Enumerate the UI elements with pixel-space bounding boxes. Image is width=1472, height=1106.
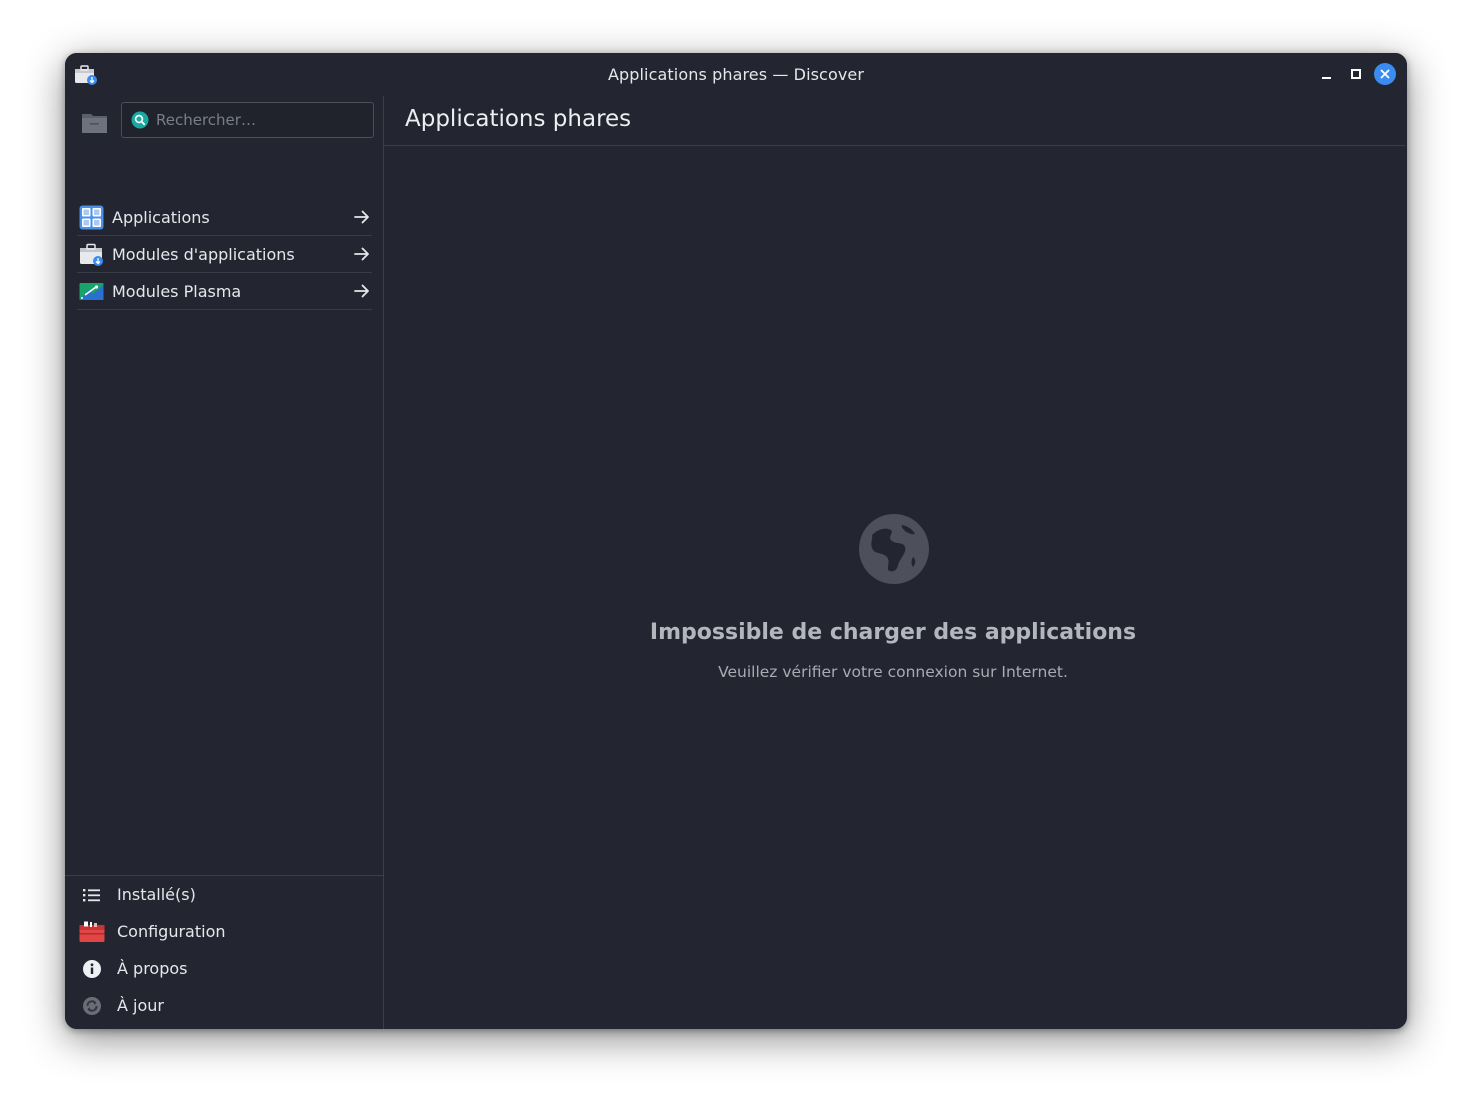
arrow-right-icon [354, 247, 369, 261]
nav-about[interactable]: À propos [77, 950, 372, 987]
category-label: Applications [112, 207, 210, 227]
page-header: Applications phares [384, 96, 1405, 146]
minimize-button[interactable] [1315, 63, 1337, 85]
search-icon [131, 111, 149, 129]
maximize-button[interactable] [1345, 63, 1367, 85]
sidebar: Applications Modules d'applications [65, 96, 384, 1029]
nav-label: Installé(s) [117, 885, 196, 904]
applications-grid-icon [79, 205, 104, 229]
plasma-addons-icon [79, 282, 104, 300]
info-icon [79, 956, 105, 982]
discover-window: Applications phares — Discover Recherche… [65, 53, 1407, 1029]
main-content: Applications phares Impossible de charge… [384, 96, 1407, 1029]
nav-label: À jour [117, 996, 164, 1015]
bottom-navigation: Installé(s) Configuration À propos À jou… [65, 875, 383, 1029]
category-app-addons[interactable]: Modules d'applications [77, 236, 372, 273]
nav-label: À propos [117, 959, 188, 978]
empty-state-title: Impossible de charger des applications [649, 620, 1137, 645]
minimize-icon [1321, 77, 1331, 79]
empty-state-subtitle: Veuillez vérifier votre connexion sur In… [718, 663, 1068, 681]
toolbox-icon [79, 919, 105, 945]
app-addons-icon [80, 243, 103, 266]
arrow-right-icon [354, 210, 369, 224]
category-applications[interactable]: Applications [77, 199, 372, 236]
title-bar[interactable]: Applications phares — Discover [65, 53, 1407, 96]
search-field[interactable] [121, 102, 374, 138]
list-icon [79, 882, 105, 908]
close-button[interactable] [1374, 63, 1396, 85]
category-plasma-addons[interactable]: Modules Plasma [77, 273, 372, 310]
close-icon [1374, 63, 1396, 85]
page-title: Applications phares [405, 106, 632, 132]
search-input[interactable] [156, 103, 366, 137]
category-label: Modules Plasma [112, 281, 242, 301]
arrow-right-icon [354, 284, 369, 298]
nav-installed[interactable]: Installé(s) [77, 876, 372, 913]
update-icon [79, 993, 105, 1019]
folder-icon[interactable] [81, 110, 108, 134]
window-title: Applications phares — Discover [607, 65, 865, 84]
nav-label: Configuration [117, 922, 226, 941]
category-label: Modules d'applications [112, 244, 295, 264]
globe-icon [859, 514, 929, 584]
maximize-icon [1351, 69, 1361, 79]
nav-up-to-date[interactable]: À jour [77, 987, 372, 1024]
nav-configuration[interactable]: Configuration [77, 913, 372, 950]
